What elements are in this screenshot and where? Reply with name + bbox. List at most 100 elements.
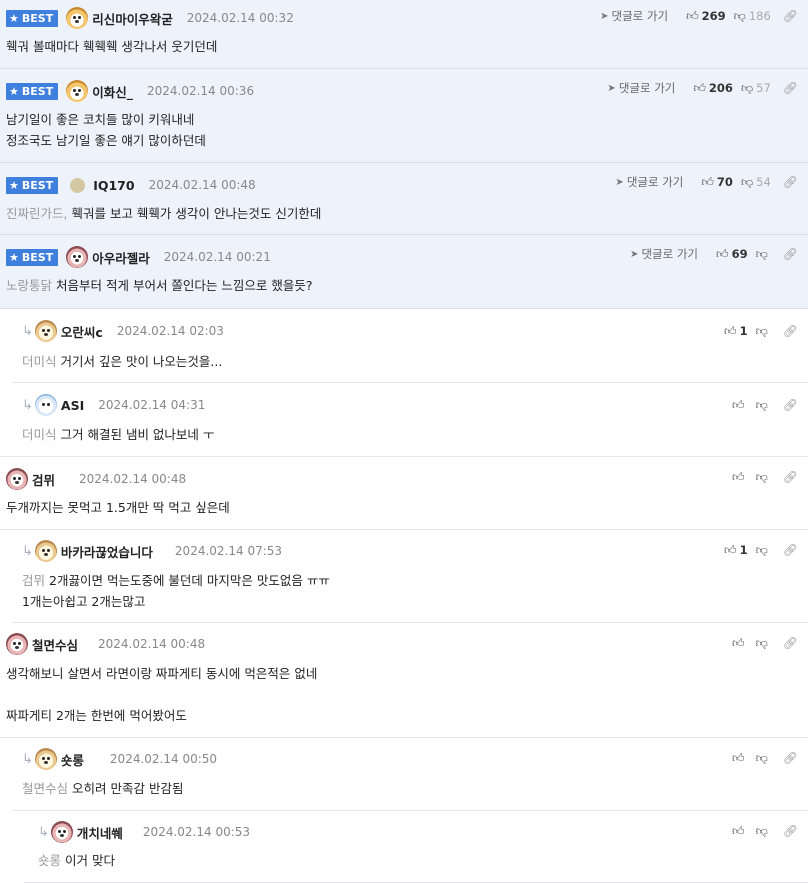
mention-name[interactable]: 철면수심	[22, 781, 68, 796]
comment-text: 처음부터 적게 부어서 쫄인다는 느낌으로 했을듯?	[56, 278, 313, 293]
mention-name[interactable]: 검뮈	[22, 573, 45, 588]
avatar[interactable]	[66, 80, 89, 102]
upvote-count: 69	[731, 247, 748, 261]
comment-text: 오히려 만족감 반감됨	[72, 781, 184, 796]
upvote-button[interactable]: 👍︎	[732, 824, 748, 839]
comment-item: ★ BEST IQ170 2024.02.14 00:48 ➤ 댓글로 가기 👍︎ 7…	[0, 163, 808, 235]
downvote-button[interactable]: 👎︎	[756, 247, 771, 262]
comment-nickname[interactable]: ASI	[61, 398, 84, 413]
comment-text: 훽궈 볼때마다 훽훽훽 생각나서 웃기던데	[6, 39, 218, 54]
downvote-button[interactable]: 👎︎	[756, 751, 771, 766]
comment-nickname[interactable]: 리신마이우왁굳	[92, 9, 173, 28]
goto-comment-link[interactable]: ➤ 댓글로 가기	[615, 174, 683, 190]
comment-text: 생각해보니 살면서 라면이랑 짜파게티 동시에 먹은적은 없네	[6, 666, 318, 681]
avatar[interactable]	[34, 320, 57, 342]
goto-comment-link[interactable]: ➤ 댓글로 가기	[607, 80, 675, 96]
downvote-button[interactable]: 👎︎ 186	[734, 9, 771, 24]
link-icon[interactable]: 🔗︎	[783, 324, 798, 338]
comment-meta: 검뮈 2024.02.14 00:48	[6, 468, 186, 490]
upvote-button[interactable]: 👍︎ 1	[724, 324, 748, 339]
mention-name[interactable]: 진짜린가드,	[6, 206, 67, 221]
avatar[interactable]	[34, 748, 57, 770]
thumbs-up-icon: 👍︎	[732, 823, 745, 838]
link-icon[interactable]: 🔗︎	[783, 9, 798, 23]
star-icon: ★	[9, 11, 19, 25]
goto-comment-link[interactable]: ➤ 댓글로 가기	[630, 246, 698, 262]
downvote-button[interactable]: 👎︎ 54	[741, 175, 771, 190]
comment-text: 정조국도 남기일 좋은 얘기 많이하던데	[6, 133, 206, 148]
thumbs-down-icon: 👎︎	[755, 397, 768, 412]
thumbs-down-icon: 👎︎	[755, 750, 768, 765]
comment-nickname[interactable]: 숏롱	[61, 750, 84, 769]
comment-date: 2024.02.14 00:48	[148, 178, 256, 192]
reply-arrow-icon: ↳	[22, 397, 33, 413]
comment-meta: ↳ ASI 2024.02.14 04:31	[22, 394, 206, 416]
avatar[interactable]	[6, 468, 28, 490]
mention-name[interactable]: 노랑통닭	[6, 278, 52, 293]
avatar[interactable]	[50, 821, 73, 843]
comment-nickname[interactable]: 오란씨c	[61, 322, 103, 341]
thumbs-up-icon: 👍︎	[693, 80, 706, 95]
link-icon[interactable]: 🔗︎	[783, 636, 798, 650]
link-icon[interactable]: 🔗︎	[783, 398, 798, 412]
comment-nickname[interactable]: 이화신_	[92, 82, 133, 101]
comment-meta: ↳ 오란씨c 2024.02.14 02:03	[22, 320, 224, 342]
send-arrow-icon: ➤	[630, 248, 639, 260]
comment-actions: ➤ 댓글로 가기 👍︎ 70 👎︎ 54 🔗︎	[615, 174, 798, 190]
comment-nickname[interactable]: 아우라젤라	[92, 248, 150, 267]
upvote-button[interactable]: 👍︎ 70	[701, 175, 733, 190]
link-icon[interactable]: 🔗︎	[783, 175, 798, 189]
comment-item: 검뮈 2024.02.14 00:48 👍︎ 👎︎ 🔗︎ 두개까지는 못먹고 1…	[0, 457, 808, 530]
downvote-button[interactable]: 👎︎ 57	[741, 81, 771, 96]
comment-body: 더미식 그거 해결된 냄비 없나보네 ㅜ	[22, 424, 214, 445]
upvote-button[interactable]: 👍︎ 1	[724, 543, 748, 558]
star-icon: ★	[9, 178, 19, 192]
thumbs-down-icon: 👎︎	[755, 823, 768, 838]
avatar[interactable]	[34, 394, 57, 416]
upvote-button[interactable]: 👍︎ 69	[716, 247, 748, 262]
downvote-button[interactable]: 👎︎	[756, 324, 771, 339]
comment-nickname[interactable]: 철면수심	[32, 635, 78, 654]
avatar[interactable]	[34, 540, 57, 562]
upvote-button[interactable]: 👍︎ 269	[686, 9, 726, 24]
comment-actions: 👍︎ 👎︎ 🔗︎	[724, 635, 798, 651]
upvote-button[interactable]: 👍︎	[732, 751, 748, 766]
link-icon[interactable]: 🔗︎	[783, 470, 798, 484]
comment-nickname[interactable]: 검뮈	[32, 470, 55, 489]
avatar[interactable]	[66, 7, 89, 29]
reply-item: ↳ ASI 2024.02.14 04:31 👍︎ 👎︎ 🔗︎ 더미식 그거 해결…	[0, 383, 808, 457]
link-icon[interactable]: 🔗︎	[783, 81, 798, 95]
comment-nickname[interactable]: 바카라끊었습니다	[61, 542, 153, 561]
comment-date: 2024.02.14 00:53	[142, 825, 251, 839]
upvote-button[interactable]: 👍︎	[732, 470, 748, 485]
downvote-button[interactable]: 👎︎	[756, 470, 771, 485]
downvote-button[interactable]: 👎︎	[756, 398, 771, 413]
reply-arrow-icon: ↳	[38, 824, 49, 840]
comment-nickname[interactable]: IQ170	[93, 178, 134, 193]
comment-date: 2024.02.14 04:31	[98, 398, 206, 412]
mention-name[interactable]: 더미식	[22, 354, 57, 369]
comment-body: 두개까지는 못먹고 1.5개만 딱 먹고 싶은데	[6, 497, 230, 518]
link-icon[interactable]: 🔗︎	[783, 824, 798, 838]
mention-name[interactable]: 숏롱	[38, 853, 61, 868]
mention-name[interactable]: 더미식	[22, 427, 57, 442]
downvote-button[interactable]: 👎︎	[756, 824, 771, 839]
downvote-count: 57	[756, 81, 771, 95]
reply-arrow-icon: ↳	[22, 751, 33, 767]
goto-comment-link[interactable]: ➤ 댓글로 가기	[600, 8, 668, 24]
link-icon[interactable]: 🔗︎	[783, 543, 798, 557]
downvote-button[interactable]: 👎︎	[756, 636, 771, 651]
link-icon[interactable]: 🔗︎	[783, 751, 798, 765]
avatar[interactable]	[66, 246, 89, 268]
avatar[interactable]	[70, 177, 86, 193]
upvote-button[interactable]: 👍︎ 206	[693, 81, 733, 96]
upvote-button[interactable]: 👍︎	[732, 636, 748, 651]
upvote-button[interactable]: 👍︎	[732, 398, 748, 413]
upvote-count: 206	[708, 81, 733, 95]
downvote-button[interactable]: 👎︎	[756, 543, 771, 558]
avatar[interactable]	[6, 633, 28, 655]
comment-meta: ↳ 바카라끊었습니다 2024.02.14 07:53	[22, 540, 282, 562]
comment-nickname[interactable]: 개치네쒜	[77, 823, 123, 842]
link-icon[interactable]: 🔗︎	[783, 247, 798, 261]
reply-arrow-icon: ↳	[22, 323, 33, 339]
